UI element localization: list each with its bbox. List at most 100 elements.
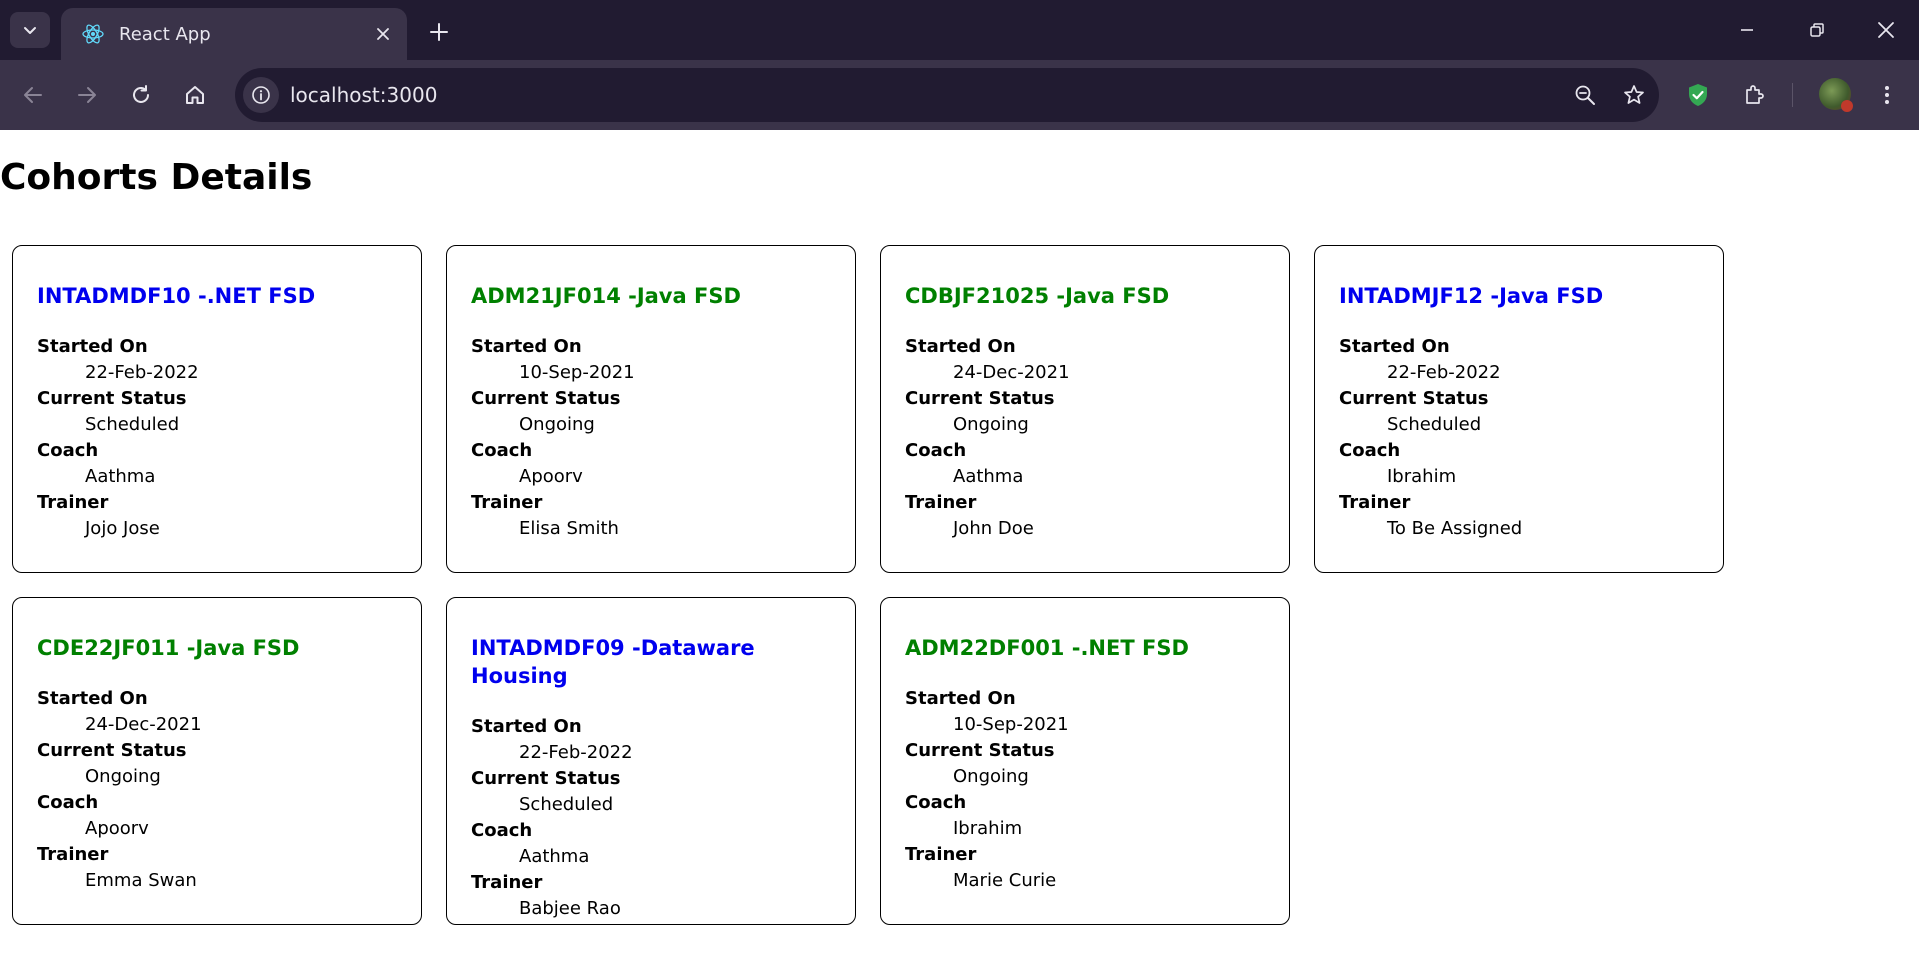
started-on-value: 22-Feb-2022 — [1387, 362, 1501, 383]
zoom-button[interactable] — [1569, 79, 1601, 111]
started-on-value: 22-Feb-2022 — [519, 742, 633, 763]
shield-extension-button[interactable] — [1681, 78, 1715, 112]
coach-value: Aathma — [85, 466, 156, 487]
info-icon — [252, 86, 270, 104]
zoom-out-icon — [1575, 85, 1595, 105]
cohort-card: ADM21JF014 -Java FSD Started On 10-Sep-2… — [446, 245, 856, 573]
cohort-title: ADM21JF014 -Java FSD — [471, 284, 741, 308]
coach-value: Apoorv — [85, 818, 149, 839]
coach-value: Ibrahim — [1387, 466, 1457, 487]
star-icon — [1624, 85, 1644, 104]
current-status-value: Scheduled — [85, 414, 180, 435]
tab-title: React App — [119, 23, 211, 45]
close-icon — [1878, 22, 1894, 38]
close-window-button[interactable] — [1870, 14, 1902, 46]
cohort-details: Started On 22-Feb-2022 Current Status Sc… — [37, 334, 397, 542]
cohort-details: Started On 10-Sep-2021 Current Status On… — [471, 334, 831, 542]
reload-icon — [133, 85, 149, 103]
coach-label: Coach — [37, 440, 99, 461]
current-status-label: Current Status — [471, 768, 621, 789]
tab-search-button[interactable] — [10, 12, 50, 48]
minimize-icon — [1741, 29, 1753, 31]
restore-button[interactable] — [1801, 14, 1833, 46]
forward-button[interactable] — [70, 78, 104, 112]
page-title: Cohorts Details — [0, 157, 313, 198]
browser-tab[interactable]: React App — [61, 8, 407, 60]
restore-icon — [1810, 23, 1824, 37]
cohort-card: CDE22JF011 -Java FSD Started On 24-Dec-2… — [12, 597, 422, 925]
started-on-label: Started On — [905, 688, 1016, 709]
reload-button[interactable] — [124, 78, 158, 112]
arrow-left-icon — [24, 87, 42, 103]
started-on-value: 24-Dec-2021 — [85, 714, 202, 735]
trainer-value: To Be Assigned — [1387, 518, 1523, 539]
cohort-card: CDBJF21025 -Java FSD Started On 24-Dec-2… — [880, 245, 1290, 573]
cohort-title: ADM22DF001 -.NET FSD — [905, 636, 1189, 660]
current-status-label: Current Status — [471, 388, 621, 409]
browser-toolbar: localhost:3000 — [0, 60, 1919, 130]
tab-close-button[interactable] — [371, 22, 395, 46]
plus-icon — [430, 23, 448, 41]
profile-avatar[interactable] — [1819, 78, 1853, 112]
trainer-label: Trainer — [905, 844, 977, 865]
cohort-title: INTADMJF12 -Java FSD — [1339, 284, 1604, 308]
cohort-details: Started On 22-Feb-2022 Current Status Sc… — [1339, 334, 1699, 542]
bookmark-button[interactable] — [1618, 79, 1650, 111]
browser-titlebar: React App — [0, 0, 1919, 60]
site-info-button[interactable] — [243, 77, 279, 113]
profile-badge — [1841, 100, 1853, 112]
trainer-value: John Doe — [953, 518, 1034, 539]
trainer-label: Trainer — [37, 492, 109, 513]
current-status-label: Current Status — [1339, 388, 1489, 409]
chevron-down-icon — [24, 27, 36, 34]
coach-value: Aathma — [519, 846, 590, 867]
coach-value: Apoorv — [519, 466, 583, 487]
trainer-label: Trainer — [1339, 492, 1411, 513]
cohort-details: Started On 22-Feb-2022 Current Status Sc… — [471, 714, 831, 922]
coach-label: Coach — [905, 792, 967, 813]
cohort-card: INTADMDF10 -.NET FSD Started On 22-Feb-2… — [12, 245, 422, 573]
trainer-value: Emma Swan — [85, 870, 197, 891]
trainer-label: Trainer — [37, 844, 109, 865]
coach-label: Coach — [1339, 440, 1401, 461]
cohort-title: INTADMDF10 -.NET FSD — [37, 284, 316, 308]
url-text[interactable]: localhost:3000 — [290, 68, 437, 122]
close-icon — [377, 28, 389, 40]
cohort-title: CDE22JF011 -Java FSD — [37, 636, 300, 660]
coach-label: Coach — [37, 792, 99, 813]
new-tab-button[interactable] — [424, 17, 454, 47]
cohort-details: Started On 24-Dec-2021 Current Status On… — [905, 334, 1265, 542]
home-button[interactable] — [178, 78, 212, 112]
trainer-label: Trainer — [905, 492, 977, 513]
coach-label: Coach — [471, 440, 533, 461]
current-status-value: Ongoing — [953, 414, 1029, 435]
current-status-value: Scheduled — [1387, 414, 1482, 435]
trainer-label: Trainer — [471, 872, 543, 893]
address-bar[interactable]: localhost:3000 — [235, 68, 1659, 122]
coach-value: Ibrahim — [953, 818, 1023, 839]
minimize-button[interactable] — [1731, 14, 1763, 46]
shield-check-icon — [1689, 84, 1707, 106]
react-logo-icon — [82, 24, 104, 44]
page-content: Cohorts Details INTADMDF10 -.NET FSD Sta… — [0, 130, 1919, 968]
started-on-value: 10-Sep-2021 — [519, 362, 635, 383]
started-on-value: 22-Feb-2022 — [85, 362, 199, 383]
started-on-label: Started On — [471, 716, 582, 737]
started-on-label: Started On — [37, 688, 148, 709]
puzzle-icon — [1746, 85, 1764, 104]
started-on-value: 24-Dec-2021 — [953, 362, 1070, 383]
toolbar-separator — [1792, 83, 1793, 107]
cohort-title: INTADMDF09 -Dataware Housing — [471, 636, 755, 688]
extensions-button[interactable] — [1737, 78, 1771, 112]
coach-label: Coach — [905, 440, 967, 461]
trainer-value: Jojo Jose — [85, 518, 160, 539]
back-button[interactable] — [16, 78, 50, 112]
started-on-label: Started On — [905, 336, 1016, 357]
current-status-label: Current Status — [905, 388, 1055, 409]
home-icon — [186, 86, 204, 104]
browser-menu-button[interactable] — [1870, 78, 1904, 112]
cohort-grid: INTADMDF10 -.NET FSD Started On 22-Feb-2… — [12, 245, 1772, 925]
current-status-label: Current Status — [905, 740, 1055, 761]
current-status-label: Current Status — [37, 388, 187, 409]
arrow-right-icon — [78, 87, 96, 103]
